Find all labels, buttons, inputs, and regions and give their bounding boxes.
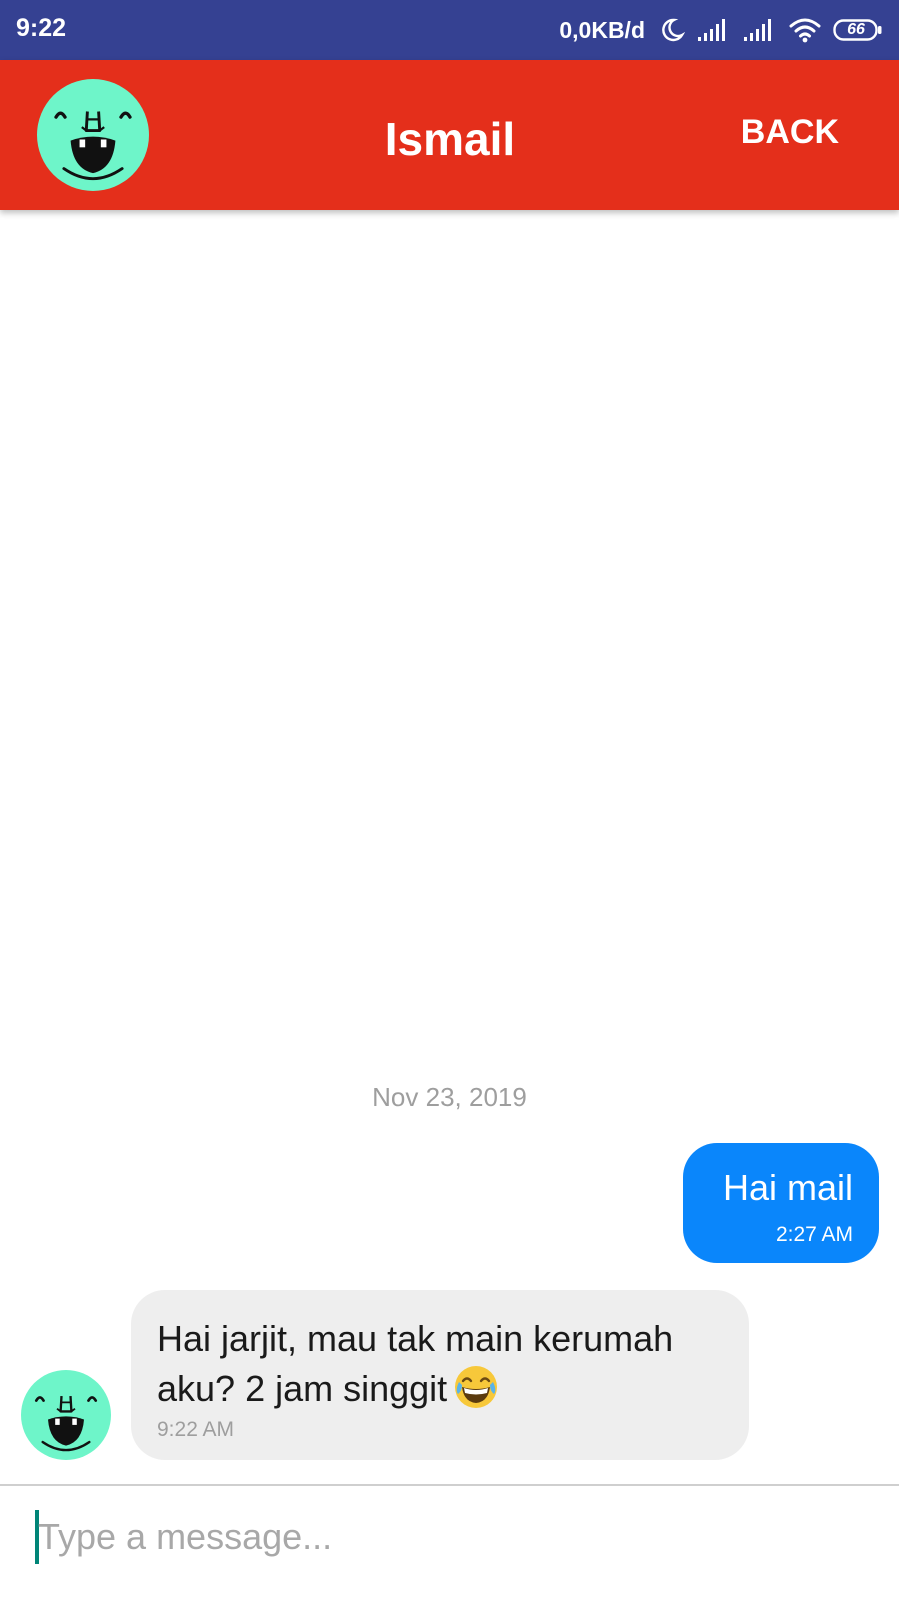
battery-icon: 66 xyxy=(833,19,883,41)
moon-icon xyxy=(662,18,685,42)
contact-avatar[interactable] xyxy=(37,79,149,191)
network-speed: 0,0KB/d xyxy=(559,16,645,43)
signal-icon xyxy=(698,19,725,41)
tears-of-joy-emoji-icon xyxy=(455,1366,498,1408)
date-divider: Nov 23, 2019 xyxy=(372,1082,527,1112)
wifi-icon xyxy=(789,18,821,43)
signal-icon xyxy=(744,19,771,41)
status-time: 9:22 xyxy=(16,14,67,42)
incoming-message-bubble[interactable]: Hai jarjit, mau tak main kerumah aku? 2 … xyxy=(131,1290,749,1460)
battery-level: 66 xyxy=(847,21,865,38)
app-bar: Ismail BACK xyxy=(0,60,899,210)
outgoing-message-bubble[interactable]: Hai mail 2:27 AM xyxy=(683,1143,879,1263)
back-button[interactable]: BACK xyxy=(741,113,839,152)
message-text: Hai jarjit, mau tak main kerumah aku? 2 … xyxy=(157,1318,674,1409)
laughing-face-avatar-icon xyxy=(34,1396,98,1452)
message-input[interactable] xyxy=(38,1502,868,1572)
message-text: Hai mail xyxy=(722,1167,853,1208)
message-time: 9:22 AM xyxy=(157,1418,235,1441)
page-title: Ismail xyxy=(384,113,516,165)
laughing-face-avatar-icon xyxy=(54,111,132,181)
message-time: 2:27 AM xyxy=(775,1223,853,1246)
message-composer xyxy=(0,1486,899,1599)
status-icons: 0,0KB/d 66 xyxy=(559,12,883,48)
message-text-wrap: Hai jarjit, mau tak main kerumah aku? 2 … xyxy=(157,1314,727,1414)
status-bar: 9:22 0,0KB/d 66 xyxy=(0,0,899,60)
sender-avatar[interactable] xyxy=(21,1370,111,1460)
